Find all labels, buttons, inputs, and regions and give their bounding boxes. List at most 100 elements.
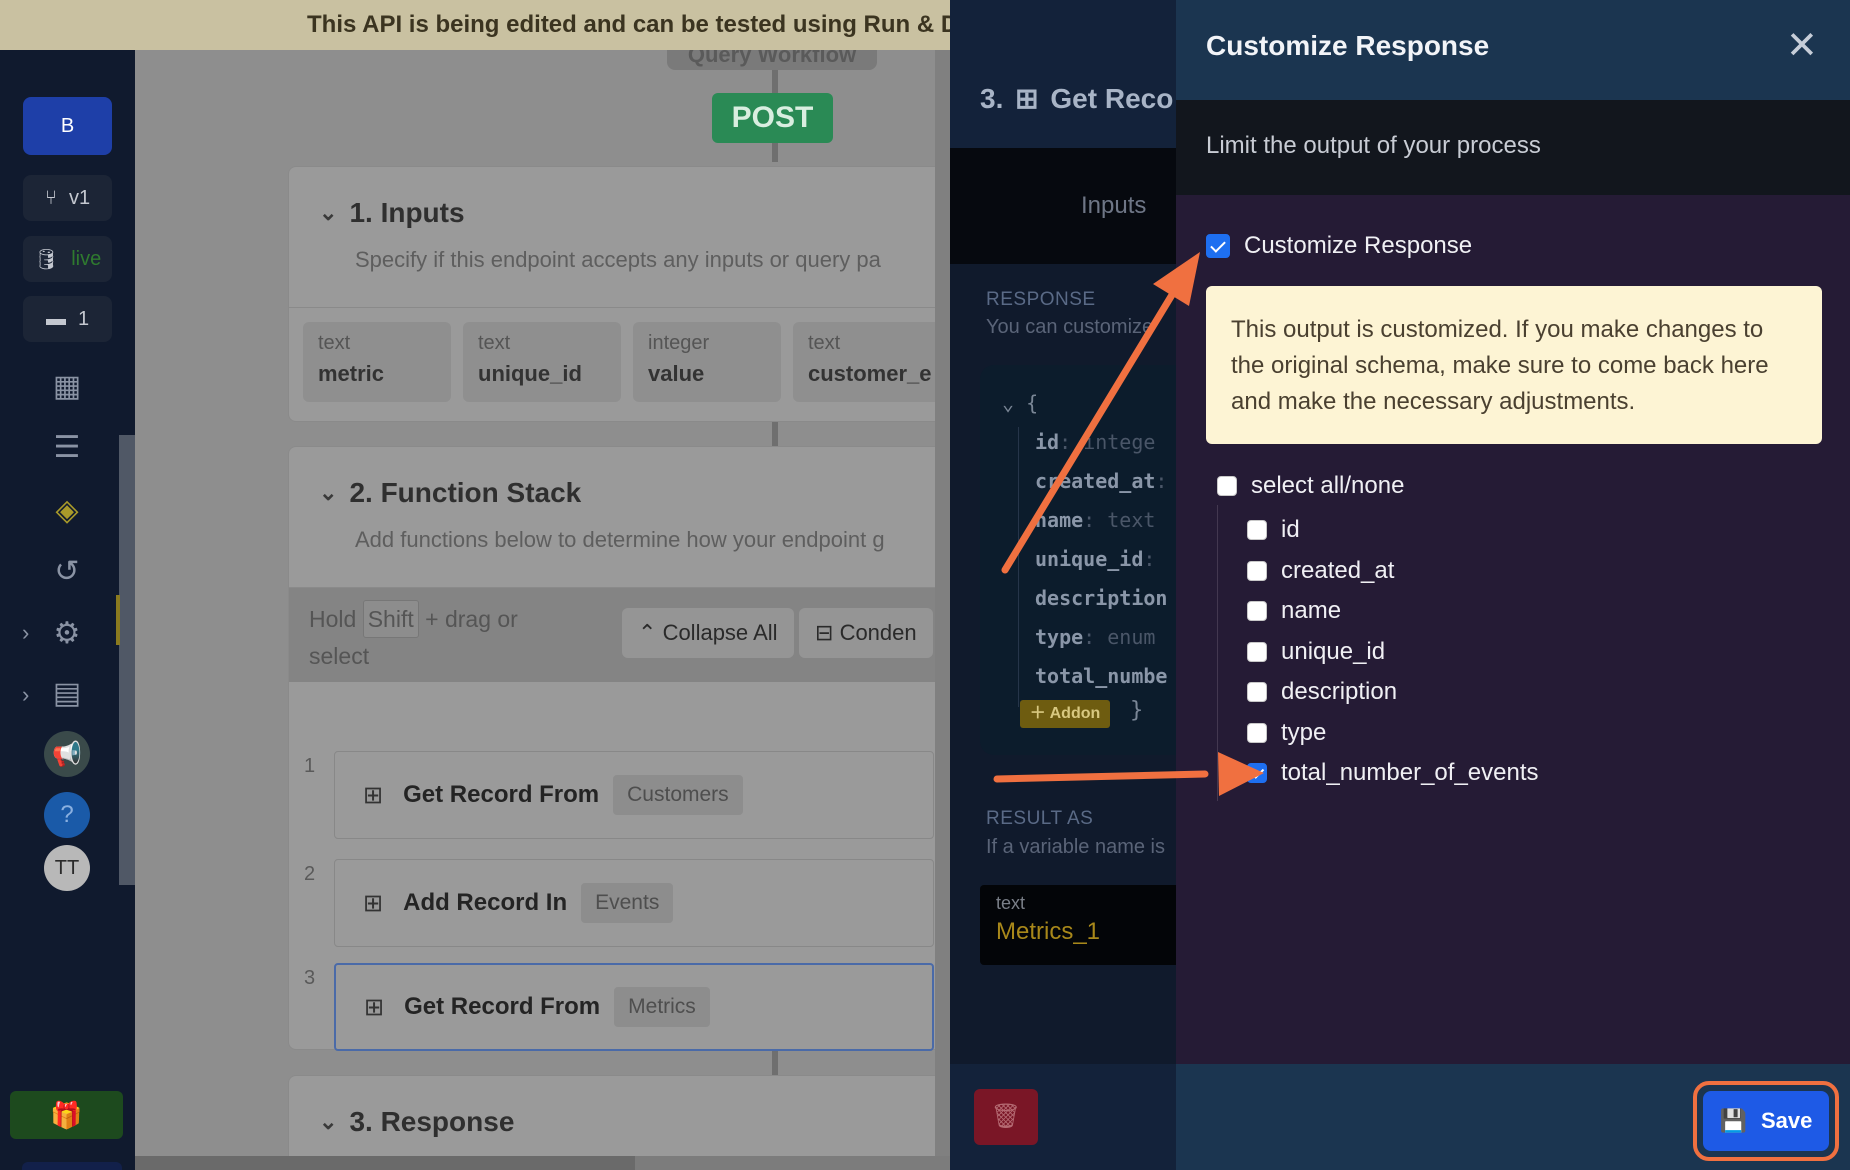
field-option[interactable]: created_at: [1247, 557, 1394, 585]
field-label: id: [1281, 516, 1300, 543]
customize-response-panel: Customize Response ✕ Limit the output of…: [1176, 0, 1850, 1170]
schema-field: id: intege: [1035, 430, 1155, 454]
gift-icon[interactable]: 🎁: [10, 1091, 123, 1139]
field-checkbox[interactable]: [1247, 601, 1267, 621]
select-all-option[interactable]: select all/none: [1217, 472, 1404, 500]
field-checkbox[interactable]: [1247, 520, 1267, 540]
datasource-selector[interactable]: 🛢 live: [23, 236, 112, 282]
field-checkbox-checked[interactable]: [1247, 763, 1267, 783]
hint-text: + drag or: [425, 606, 518, 632]
api-icon[interactable]: ◈: [44, 487, 90, 533]
chevron-down-icon: ⌄: [1002, 391, 1015, 415]
function-step[interactable]: ⊞ Get Record From Customers: [334, 751, 934, 839]
input-name: metric: [318, 361, 385, 386]
response-schema: ⌄ { id: intege created_at: name: text un…: [980, 365, 1176, 755]
customize-response-toggle[interactable]: Customize Response: [1206, 232, 1472, 260]
hint-text: select: [309, 643, 370, 669]
input-field[interactable]: text metric: [303, 322, 451, 402]
function-stack-toggle[interactable]: ⌄ 2. Function Stack: [319, 477, 950, 509]
field-option[interactable]: type: [1247, 719, 1326, 747]
select-all-checkbox[interactable]: [1217, 476, 1237, 496]
field-option[interactable]: description: [1247, 678, 1397, 706]
schema-close: }: [1130, 698, 1144, 723]
function-step-active[interactable]: ⊞ Get Record From Metrics: [334, 963, 934, 1051]
database-tables-icon[interactable]: ☰: [44, 424, 90, 470]
history-icon[interactable]: ↺: [44, 548, 90, 594]
schema-key: description: [1035, 586, 1168, 610]
field-tree-guide: [1217, 505, 1218, 801]
condense-button[interactable]: ⊟ Conden: [799, 608, 933, 658]
field-label: name: [1281, 597, 1342, 624]
workspace-button[interactable]: B: [23, 97, 112, 155]
marketplace-icon[interactable]: ▤: [44, 670, 90, 716]
result-section-subtitle: If a variable name is: [986, 836, 1165, 858]
nav-scrollbar[interactable]: [119, 435, 135, 885]
schema-key: id: [1035, 430, 1060, 454]
input-name: value: [648, 361, 705, 386]
function-step[interactable]: ⊞ Add Record In Events: [334, 859, 934, 947]
field-checkbox[interactable]: [1247, 682, 1267, 702]
addon-button[interactable]: ＋ Addon: [1020, 700, 1110, 728]
canvas-vertical-scrollbar[interactable]: [935, 50, 950, 1156]
megaphone-icon[interactable]: 📢: [44, 731, 90, 777]
plus-icon: ＋: [1029, 705, 1046, 722]
field-option[interactable]: unique_id: [1247, 638, 1385, 666]
schema-type: intege: [1083, 430, 1156, 454]
avatar[interactable]: TT: [44, 845, 90, 891]
tasks-icon[interactable]: ⚙: [44, 610, 90, 656]
field-option[interactable]: id: [1247, 516, 1300, 544]
save-button[interactable]: 💾 Save: [1703, 1091, 1829, 1151]
branch-label: v1: [68, 186, 91, 209]
function-stack-subtitle: Add functions below to determine how you…: [355, 527, 885, 552]
step-label: Add Record In: [403, 889, 568, 916]
branch-icon: ⑂: [44, 186, 57, 209]
step-table: Customers: [613, 775, 743, 815]
dashboard-icon[interactable]: ▦: [44, 363, 90, 409]
condense-label: Conden: [839, 620, 917, 645]
tab-inputs[interactable]: Inputs: [1081, 192, 1146, 220]
response-toggle[interactable]: ⌄ 3. Response: [319, 1106, 950, 1138]
schema-sep: :: [1143, 547, 1156, 571]
input-type: text: [318, 332, 351, 354]
customized-notice: This output is customized. If you make c…: [1206, 286, 1822, 444]
canvas-scroll-thumb[interactable]: [135, 1156, 635, 1170]
chevron-right-icon[interactable]: ›: [22, 682, 29, 708]
input-field[interactable]: text customer_e: [793, 322, 941, 402]
schema-type: enum: [1107, 625, 1156, 649]
comments-count: 1: [77, 307, 90, 330]
input-name: customer_e: [808, 361, 932, 386]
close-icon[interactable]: ✕: [1786, 24, 1818, 68]
field-checkbox[interactable]: [1247, 723, 1267, 743]
input-field[interactable]: integer value: [633, 322, 781, 402]
schema-sep: :: [1059, 430, 1072, 454]
field-checkbox[interactable]: [1247, 642, 1267, 662]
step-number: 2: [304, 863, 316, 885]
schema-key: name: [1035, 508, 1084, 532]
response-section-subtitle: You can customize: [986, 316, 1154, 338]
chevron-right-icon[interactable]: ›: [22, 620, 29, 646]
schema-field: created_at:: [1035, 469, 1167, 493]
step-table: Events: [581, 883, 674, 923]
save-label: Save: [1761, 1108, 1813, 1133]
chevron-down-icon: ⌄: [319, 200, 338, 225]
collapse-all-button[interactable]: ⌃ Collapse All: [622, 608, 794, 658]
field-option[interactable]: name: [1247, 597, 1341, 625]
field-checkbox[interactable]: [1247, 561, 1267, 581]
function-detail-footer: 🗑: [950, 1064, 1176, 1170]
input-field[interactable]: text unique_id: [463, 322, 621, 402]
schema-sep: :: [1155, 469, 1168, 493]
database-icon: 🛢: [33, 248, 60, 271]
step-number: 1: [304, 755, 316, 777]
inputs-toggle[interactable]: ⌄ 1. Inputs: [319, 197, 950, 229]
schema-key: total_numbe: [1035, 664, 1168, 688]
delete-button[interactable]: 🗑: [974, 1089, 1038, 1145]
result-variable-input[interactable]: text Metrics_1: [980, 885, 1176, 965]
branch-selector[interactable]: ⑂ v1: [23, 175, 112, 221]
comments-button[interactable]: ▬ 1: [23, 296, 112, 342]
field-option[interactable]: total_number_of_events: [1247, 759, 1539, 787]
response-title: 3. Response: [349, 1106, 515, 1137]
customize-response-checkbox[interactable]: [1206, 234, 1230, 258]
help-icon[interactable]: ?: [44, 792, 90, 838]
panel-title: Customize Response: [1206, 30, 1490, 61]
expand-nav-icon[interactable]: »: [22, 1162, 122, 1170]
